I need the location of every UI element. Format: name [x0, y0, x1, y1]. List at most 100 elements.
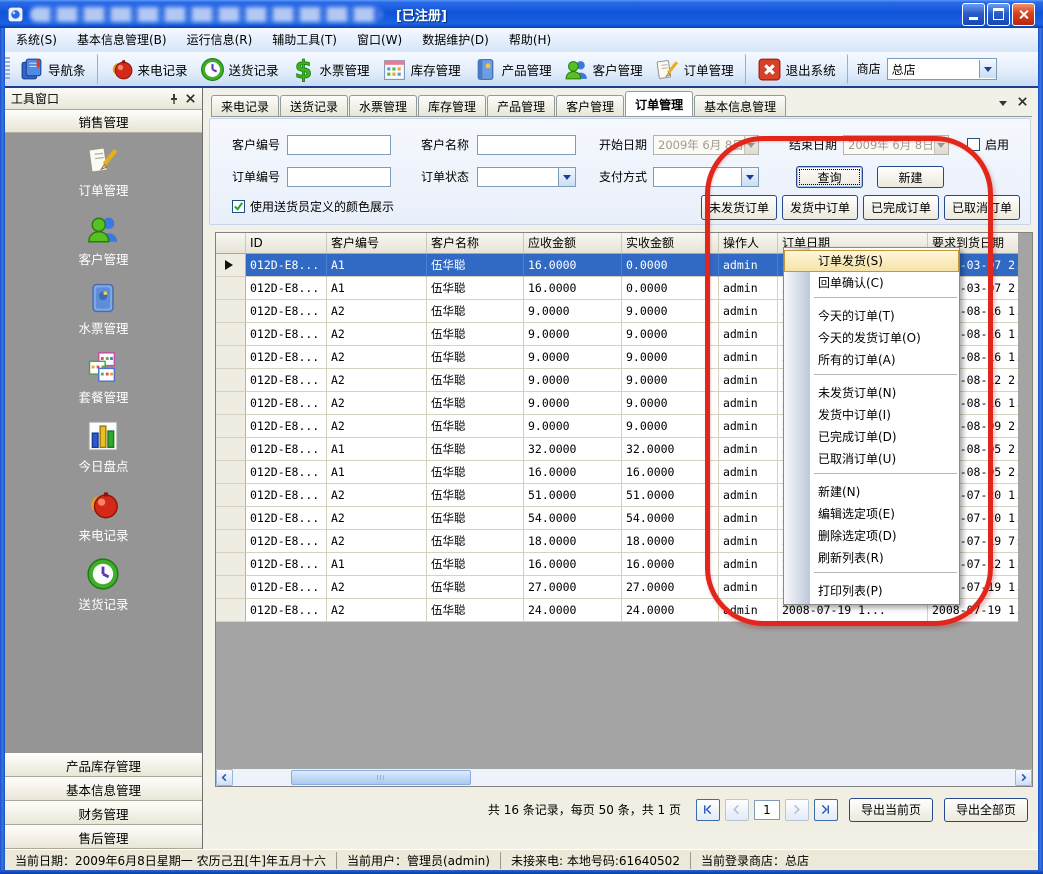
- previous-page-button[interactable]: [725, 799, 749, 821]
- row-selector[interactable]: [216, 599, 246, 622]
- row-selector[interactable]: [216, 553, 246, 576]
- context-menu-item[interactable]: 回单确认(C): [784, 272, 959, 294]
- document-tab[interactable]: 送货记录: [280, 95, 348, 116]
- scrollbar-thumb[interactable]: [291, 770, 471, 785]
- column-header[interactable]: 应收金额: [524, 233, 622, 254]
- menu-bar-item[interactable]: 窗口(W): [347, 30, 412, 50]
- toolbar-button[interactable]: 订单管理: [649, 54, 746, 84]
- context-menu-item[interactable]: [784, 297, 959, 305]
- pin-icon[interactable]: [166, 91, 182, 107]
- toolbar-button[interactable]: 导航条: [13, 54, 98, 84]
- context-menu-item[interactable]: 已取消订单(U): [784, 448, 959, 470]
- order-status-filter-button[interactable]: 未发货订单: [701, 195, 777, 220]
- context-menu-item[interactable]: 打印列表(P): [784, 580, 959, 602]
- first-page-button[interactable]: [696, 799, 720, 821]
- maximize-button[interactable]: [987, 3, 1010, 26]
- close-tool-window-icon[interactable]: [182, 91, 198, 107]
- scroll-right-icon[interactable]: [1015, 769, 1032, 786]
- context-menu-item[interactable]: 今天的订单(T): [784, 305, 959, 327]
- menu-bar-item[interactable]: 辅助工具(T): [262, 30, 347, 50]
- sidebar-item[interactable]: 水票管理: [78, 281, 128, 337]
- last-page-button[interactable]: [814, 799, 838, 821]
- toolbar-button[interactable]: 送货记录: [194, 54, 285, 84]
- context-menu-item[interactable]: [784, 473, 959, 481]
- column-header[interactable]: ID: [246, 233, 327, 254]
- context-menu-item[interactable]: [784, 374, 959, 382]
- toolbar-button[interactable]: 产品管理: [467, 54, 558, 84]
- color-display-checkbox[interactable]: [232, 200, 245, 213]
- column-header[interactable]: 客户编号: [327, 233, 427, 254]
- sidebar-item[interactable]: 套餐管理: [78, 350, 128, 406]
- context-menu-item[interactable]: 未发货订单(N): [784, 382, 959, 404]
- sidebar-section-button[interactable]: 基本信息管理: [5, 777, 202, 801]
- row-selector[interactable]: [216, 369, 246, 392]
- row-selector[interactable]: [216, 461, 246, 484]
- sidebar-section-button[interactable]: 财务管理: [5, 801, 202, 825]
- column-header[interactable]: 实收金额: [622, 233, 719, 254]
- context-menu-item[interactable]: 新建(N): [784, 481, 959, 503]
- row-selector[interactable]: [216, 254, 246, 277]
- next-page-button[interactable]: [785, 799, 809, 821]
- document-tab[interactable]: 基本信息管理: [694, 95, 786, 116]
- dropdown-arrow-icon[interactable]: [979, 60, 996, 78]
- order-status-dropdown[interactable]: [477, 167, 576, 187]
- context-menu-item[interactable]: 删除选定项(D): [784, 525, 959, 547]
- row-selector[interactable]: [216, 277, 246, 300]
- row-selector[interactable]: [216, 576, 246, 599]
- sidebar-item[interactable]: 来电记录: [78, 488, 128, 544]
- sidebar-section-sales[interactable]: 销售管理: [5, 110, 202, 133]
- dropdown-arrow-icon[interactable]: [558, 168, 575, 186]
- document-tab[interactable]: 订单管理: [625, 91, 693, 116]
- context-menu-item[interactable]: 订单发货(S): [784, 250, 959, 272]
- scrollbar-track[interactable]: [233, 769, 1015, 786]
- context-menu-item[interactable]: 已完成订单(D): [784, 426, 959, 448]
- menu-bar-item[interactable]: 数据维护(D): [412, 30, 499, 50]
- sidebar-item[interactable]: 送货记录: [78, 557, 128, 613]
- dropdown-arrow-icon[interactable]: [741, 168, 758, 186]
- sidebar-item[interactable]: 今日盘点: [78, 419, 128, 475]
- document-tab[interactable]: 客户管理: [556, 95, 624, 116]
- context-menu-item[interactable]: 所有的订单(A): [784, 349, 959, 371]
- toolbar-button[interactable]: 客户管理: [558, 54, 649, 84]
- order-status-filter-button[interactable]: 发货中订单: [782, 195, 858, 220]
- end-date-picker[interactable]: 2009年 6月 8日: [843, 135, 949, 155]
- document-tab[interactable]: 水票管理: [349, 95, 417, 116]
- document-tab[interactable]: 库存管理: [418, 95, 486, 116]
- scroll-left-icon[interactable]: [216, 769, 233, 786]
- context-menu-item[interactable]: 编辑选定项(E): [784, 503, 959, 525]
- minimize-button[interactable]: [962, 3, 985, 26]
- horizontal-scrollbar[interactable]: [216, 769, 1032, 786]
- row-selector[interactable]: [216, 346, 246, 369]
- menu-bar-item[interactable]: 系统(S): [6, 30, 67, 50]
- toolbar-button[interactable]: 退出系统: [751, 54, 848, 84]
- start-date-picker[interactable]: 2009年 6月 8日: [653, 135, 759, 155]
- document-tab[interactable]: 产品管理: [487, 95, 555, 116]
- shop-dropdown[interactable]: 总店: [887, 58, 997, 80]
- export-all-pages-button[interactable]: 导出全部页: [944, 798, 1028, 822]
- sidebar-section-button[interactable]: 售后管理: [5, 825, 202, 849]
- export-current-page-button[interactable]: 导出当前页: [849, 798, 933, 822]
- context-menu-item[interactable]: 发货中订单(I): [784, 404, 959, 426]
- row-selector[interactable]: [216, 300, 246, 323]
- menu-bar-item[interactable]: 基本信息管理(B): [67, 30, 177, 50]
- row-selector[interactable]: [216, 323, 246, 346]
- toolbar-button[interactable]: 来电记录: [103, 54, 194, 84]
- menu-bar-item[interactable]: 运行信息(R): [177, 30, 263, 50]
- customer-name-input[interactable]: [477, 135, 576, 155]
- customer-no-input[interactable]: [287, 135, 391, 155]
- document-tab[interactable]: 来电记录: [211, 95, 279, 116]
- toolbar-button[interactable]: 库存管理: [376, 54, 467, 84]
- query-button[interactable]: 查询: [796, 166, 863, 188]
- row-selector[interactable]: [216, 507, 246, 530]
- sidebar-item[interactable]: 订单管理: [78, 143, 128, 199]
- row-selector[interactable]: [216, 415, 246, 438]
- close-tab-icon[interactable]: [1017, 96, 1028, 110]
- new-button[interactable]: 新建: [877, 166, 944, 188]
- close-button[interactable]: [1012, 3, 1035, 26]
- order-status-filter-button[interactable]: 已完成订单: [863, 195, 939, 220]
- order-no-input[interactable]: [287, 167, 391, 187]
- column-header[interactable]: 操作人: [719, 233, 778, 254]
- context-menu-item[interactable]: 今天的发货订单(O): [784, 327, 959, 349]
- pay-method-dropdown[interactable]: [653, 167, 759, 187]
- sidebar-item[interactable]: 客户管理: [78, 212, 128, 268]
